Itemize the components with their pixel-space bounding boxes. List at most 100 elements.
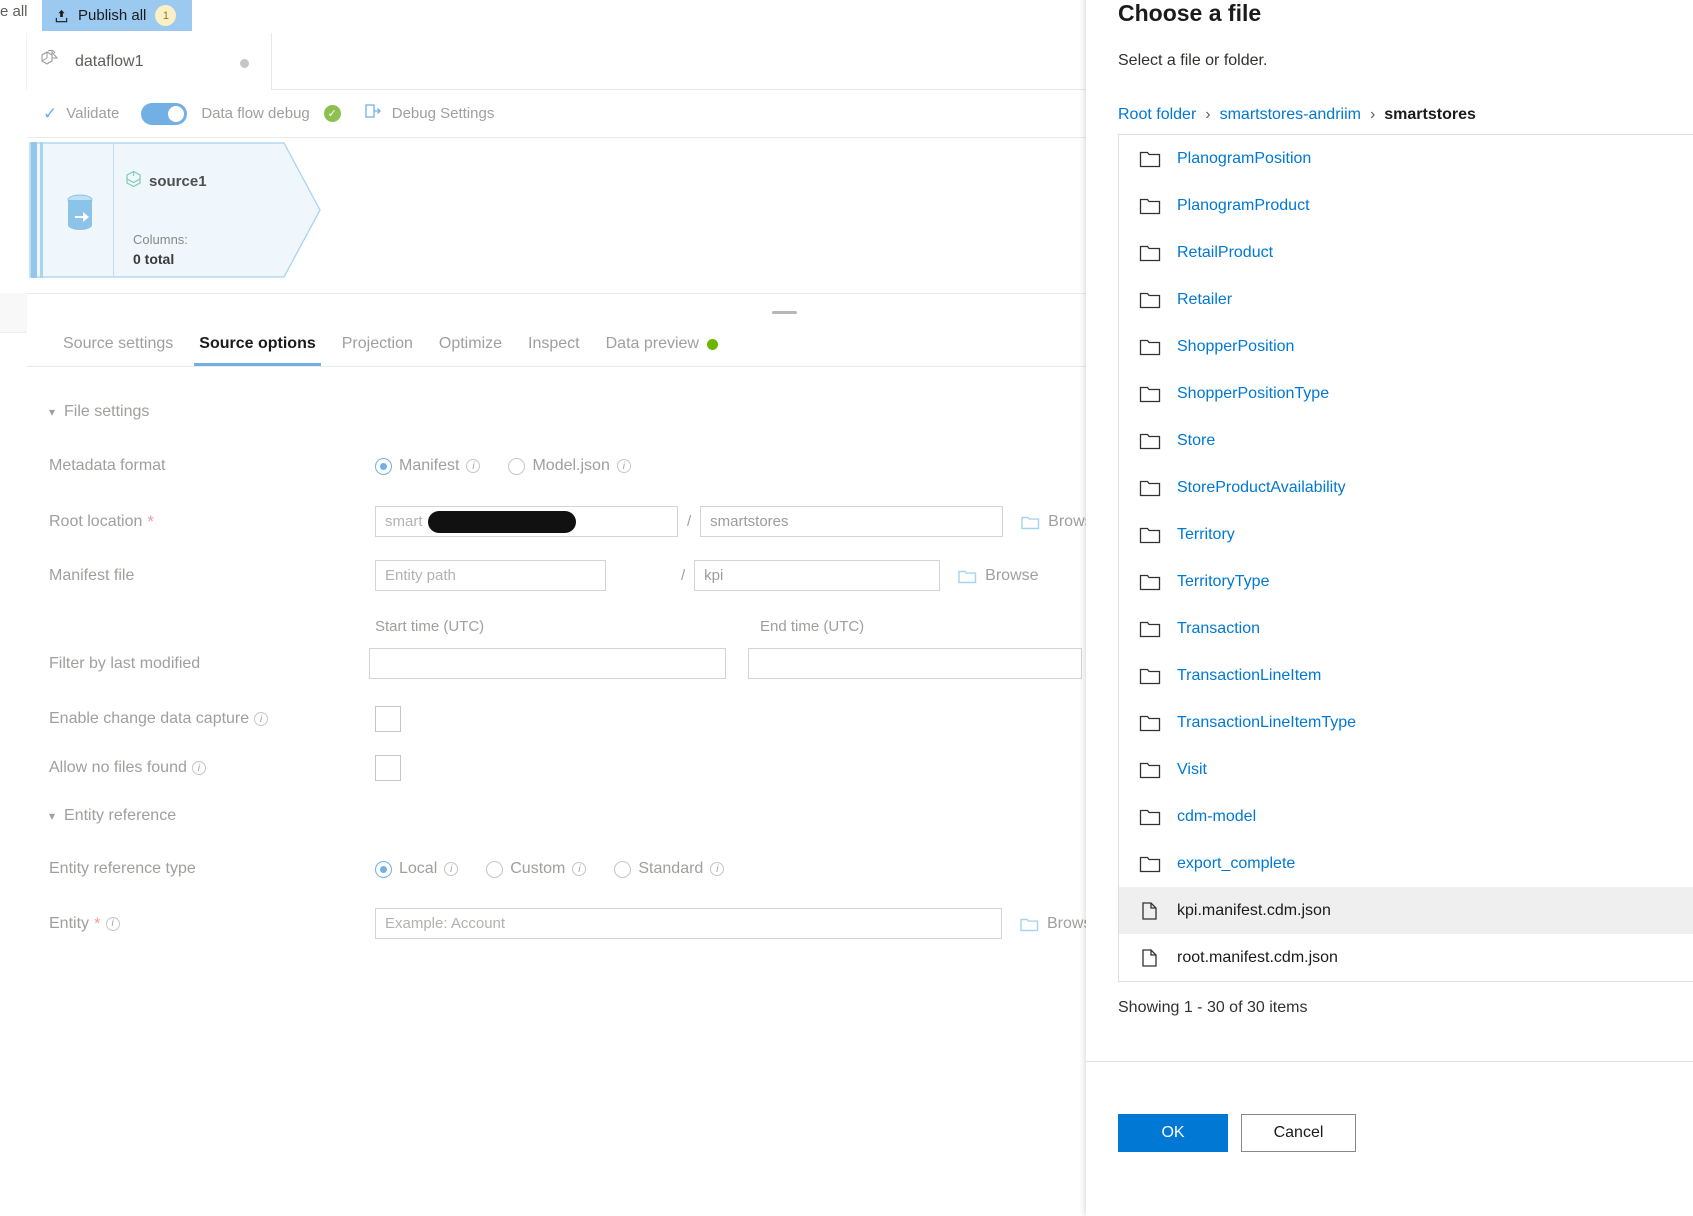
tab-data-preview[interactable]: Data preview (593, 322, 731, 366)
label-text: Manifest file (49, 566, 135, 584)
debug-toggle[interactable] (141, 102, 188, 125)
list-item[interactable]: ShopperPositionType (1119, 370, 1693, 417)
debug-settings-label: Debug Settings (391, 105, 495, 122)
folder-icon (1139, 290, 1161, 310)
tab-optimize[interactable]: Optimize (426, 322, 515, 366)
list-item[interactable]: Retailer (1119, 276, 1693, 323)
info-icon[interactable]: i (572, 862, 587, 876)
list-item[interactable]: Store (1119, 417, 1693, 464)
node-accent-bar (31, 142, 37, 278)
list-item-label: TransactionLineItemType (1177, 713, 1357, 731)
radio-manifest[interactable]: Manifest i (375, 457, 481, 475)
source-node-columns: Columns: 0 total (133, 232, 188, 267)
metadata-format-label: Metadata format (49, 457, 329, 475)
end-time-input[interactable] (747, 648, 1083, 679)
list-item[interactable]: root.manifest.cdm.json (1119, 934, 1693, 981)
dataflow-name: dataflow1 (75, 52, 144, 70)
list-item[interactable]: Territory (1119, 511, 1693, 558)
label-text: Allow no files found (49, 759, 187, 776)
cancel-button[interactable]: Cancel (1241, 1114, 1356, 1152)
breadcrumb-item-smartstores[interactable]: smartstores (1384, 106, 1476, 124)
unsaved-dot (240, 59, 249, 68)
source-node[interactable]: source1 Columns: 0 total (29, 142, 321, 278)
folder-icon (1139, 713, 1161, 733)
validate-button[interactable]: ✓ Validate (43, 105, 119, 122)
data-flow-debug-control[interactable]: Data flow debug ✓ (141, 102, 341, 125)
radio-standard[interactable]: Standard i (614, 860, 725, 878)
panel-resize-handle[interactable] (772, 311, 797, 314)
list-item-label: TransactionLineItem (1177, 666, 1322, 684)
list-item[interactable]: PlanogramProduct (1119, 182, 1693, 229)
label-text: Entity (49, 914, 90, 932)
columns-value: 0 total (133, 251, 175, 267)
radio-label: Manifest (399, 457, 460, 474)
required-asterisk: * (94, 914, 101, 933)
allow-no-files-found-checkbox[interactable] (375, 755, 401, 781)
entity-reference-section-header[interactable]: ▾ Entity reference (27, 807, 1110, 825)
manifest-file-label: Manifest file (49, 567, 329, 585)
list-item[interactable]: export_complete (1119, 840, 1693, 887)
list-item[interactable]: TerritoryType (1119, 558, 1693, 605)
redaction-overlay (428, 511, 576, 533)
tab-projection[interactable]: Projection (329, 322, 426, 366)
info-icon[interactable]: i (444, 862, 459, 876)
list-item[interactable]: cdm-model (1119, 793, 1693, 840)
tab-inspect[interactable]: Inspect (515, 322, 593, 366)
list-item[interactable]: TransactionLineItemType (1119, 699, 1693, 746)
list-item-label: Territory (1177, 525, 1235, 543)
info-icon[interactable]: i (710, 862, 725, 876)
radio-local[interactable]: Local i (375, 860, 459, 878)
folder-icon (1139, 337, 1161, 357)
radio-circle (375, 860, 392, 878)
debug-settings-button[interactable]: Debug Settings (363, 103, 495, 125)
list-item[interactable]: StoreProductAvailability (1119, 464, 1693, 511)
file-settings-section-header[interactable]: ▾ File settings (27, 403, 1110, 421)
root-location-folder-input[interactable]: smartstores (700, 506, 1004, 537)
start-time-input[interactable] (369, 648, 726, 679)
radio-custom[interactable]: Custom i (486, 860, 587, 878)
info-icon[interactable]: i (616, 459, 631, 473)
debug-settings-icon (363, 103, 383, 125)
list-item[interactable]: Visit (1119, 746, 1693, 793)
list-item-label: Retailer (1177, 290, 1233, 308)
list-item[interactable]: kpi.manifest.cdm.json (1119, 887, 1693, 934)
manifest-entity-path-input[interactable]: Entity path (375, 560, 606, 591)
left-rail (0, 33, 27, 90)
info-icon[interactable]: i (105, 916, 120, 931)
tab-source-options[interactable]: Source options (186, 322, 328, 366)
info-icon[interactable]: i (191, 761, 206, 775)
list-item-label: StoreProductAvailability (1177, 478, 1346, 496)
entity-input[interactable]: Example: Account (375, 908, 1002, 939)
list-item[interactable]: Transaction (1119, 605, 1693, 652)
publish-all-button[interactable]: Publish all 1 (42, 0, 193, 31)
list-item[interactable]: PlanogramPosition (1119, 135, 1693, 182)
ok-button[interactable]: OK (1118, 1114, 1228, 1152)
manifest-file-browse-button[interactable]: Browse (958, 566, 1039, 585)
data-preview-status-dot (706, 338, 718, 350)
breadcrumb-item-smartstores-andriim[interactable]: smartstores-andriim (1220, 106, 1361, 124)
root-location-container-input[interactable]: smart (375, 506, 678, 537)
debug-toggle-label: Data flow debug (201, 105, 310, 122)
enable-cdc-checkbox[interactable] (375, 706, 401, 732)
dataflow-tab[interactable]: dataflow1 (27, 33, 272, 90)
filter-by-last-modified-row: Filter by last modified i (27, 647, 1111, 680)
entity-reference-type-label: Entity reference type (49, 860, 329, 878)
list-item-label: root.manifest.cdm.json (1177, 948, 1338, 966)
list-item[interactable]: TransactionLineItem (1119, 652, 1693, 699)
partial-command-label: e all (0, 3, 28, 20)
entity-reference-type-row: Entity reference type Local i Custom i S… (27, 853, 1110, 885)
radio-model-json[interactable]: Model.json i (508, 457, 631, 475)
source-database-icon (125, 170, 142, 192)
breadcrumb-item-root-folder[interactable]: Root folder (1118, 106, 1196, 124)
info-icon[interactable]: i (466, 459, 481, 473)
list-item[interactable]: ShopperPosition (1119, 323, 1693, 370)
folder-icon (1139, 807, 1161, 827)
list-item[interactable]: RetailProduct (1119, 229, 1693, 276)
list-item-label: kpi.manifest.cdm.json (1177, 901, 1331, 919)
root-location-row: Root location * smart / smartstores Brow… (27, 505, 1110, 538)
browse-label: Browse (985, 566, 1039, 584)
tab-source-settings[interactable]: Source settings (50, 322, 186, 366)
info-icon[interactable]: i (254, 712, 269, 726)
manifest-name-input[interactable]: kpi (694, 560, 941, 591)
start-time-column-header: Start time (UTC) (375, 617, 485, 635)
